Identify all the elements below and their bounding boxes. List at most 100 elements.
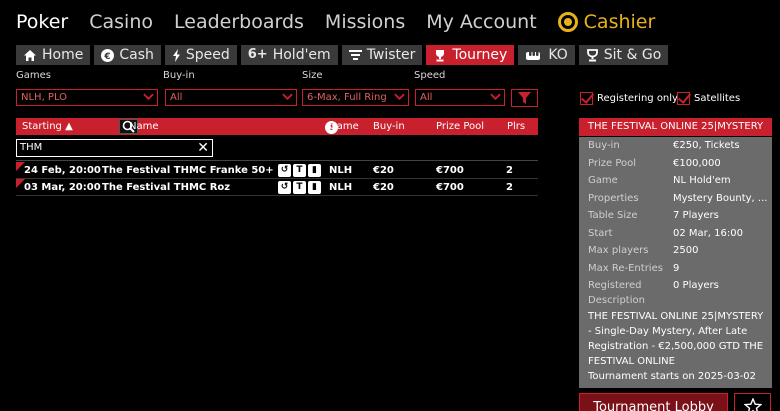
nav-casino[interactable]: Casino [89, 8, 153, 36]
six-plus-icon: 6+ [247, 47, 268, 62]
reentry-icon: ↺ [278, 181, 291, 194]
cup-icon [586, 48, 598, 61]
speed-select-value: All [420, 92, 433, 103]
tab-twister[interactable]: Twister [341, 45, 423, 65]
table-row[interactable]: 03 Mar, 20:00 The Festival THMC Roz ↺ T ▮ … [16, 179, 538, 196]
col-buyin[interactable]: Buy-in [373, 121, 405, 132]
size-select-value: 6-Max, Full Ring [307, 92, 387, 103]
detail-value: 0 Players [673, 280, 719, 291]
detail-key: Table Size [588, 210, 638, 221]
detail-row: Prize Pool €100,000 [588, 157, 766, 171]
col-name[interactable]: Name [129, 121, 159, 132]
detail-row: Properties Mystery Bounty, ... [588, 192, 767, 206]
home-icon [24, 49, 36, 61]
col-game[interactable]: Game [329, 121, 359, 132]
detail-value: 2500 [673, 245, 699, 256]
close-icon[interactable]: ✕ [197, 140, 209, 156]
tournament-panel-title: THE FESTIVAL ONLINE 25|MYSTERY [579, 118, 772, 136]
description-label: Description [588, 295, 645, 306]
nav-leaderboards[interactable]: Leaderboards [174, 8, 304, 36]
speed-select[interactable]: All [415, 89, 505, 106]
satellites-label: Satellites [694, 93, 741, 104]
tab-cash[interactable]: € Cash [94, 45, 161, 65]
detail-key: Game [588, 175, 618, 186]
stats-icon: ▮ [308, 164, 321, 177]
tab-home[interactable]: Home [16, 45, 91, 65]
detail-value: 7 Players [673, 210, 719, 221]
detail-value: Mystery Bounty, ... [673, 192, 767, 204]
tab-speed[interactable]: Speed [164, 45, 237, 65]
euro-icon: € [101, 48, 115, 62]
reentry-icon: ↺ [278, 164, 291, 177]
col-prize-pool[interactable]: Prize Pool [436, 121, 484, 132]
games-select-value: NLH, PLO [21, 92, 68, 103]
top-nav: Poker Casino Leaderboards Missions My Ac… [16, 8, 676, 36]
tab-cash-label: Cash [119, 47, 154, 63]
table-header: Starting ▲ Name i Game Buy-in Prize Pool… [16, 118, 538, 135]
size-select[interactable]: 6-Max, Full Ring [302, 89, 409, 106]
stats-icon: ▮ [308, 181, 321, 194]
detail-row: Start 02 Mar, 16:00 [588, 227, 766, 241]
filter-button[interactable] [511, 89, 538, 107]
col-starting[interactable]: Starting ▲ [22, 121, 73, 132]
turbo-icon: T [293, 164, 306, 177]
tab-tourney-label: Tourney [452, 47, 508, 63]
detail-row: Max players 2500 [588, 244, 766, 258]
description-text: THE FESTIVAL ONLINE 25|MYSTERY - Single-… [588, 309, 766, 384]
detail-key: Prize Pool [588, 157, 637, 169]
satellites-checkbox[interactable]: Satellites [677, 92, 740, 105]
description-body: THE FESTIVAL ONLINE 25|MYSTERY - Single-… [588, 311, 764, 367]
buyin-select[interactable]: All [165, 89, 297, 106]
row-name: The Festival THMC Roz [102, 182, 231, 193]
chevron-down-icon [394, 93, 405, 101]
speed-filter-label: Speed [414, 70, 446, 81]
tab-sit-and-go[interactable]: Sit & Go [578, 45, 669, 65]
tab-ko-label: KO [548, 47, 568, 63]
buyin-select-value: All [170, 92, 183, 103]
trophy-icon [436, 49, 445, 61]
tab-holdem[interactable]: 6+ Hold'em [240, 45, 338, 65]
checkbox-checked-icon [580, 92, 593, 105]
detail-row: Registered 0 Players [588, 279, 766, 293]
tab-ko[interactable]: KO [518, 45, 575, 65]
row-icons: ↺ T ▮ [278, 181, 321, 194]
row-game: NLH [329, 165, 353, 176]
nav-my-account[interactable]: My Account [426, 8, 536, 36]
detail-value: €100,000 [673, 157, 721, 169]
divider [16, 160, 538, 161]
fist-icon [526, 50, 541, 60]
tab-sit-and-go-label: Sit & Go [603, 47, 662, 63]
funnel-icon [518, 92, 531, 104]
tab-speed-label: Speed [185, 47, 230, 63]
table-row[interactable]: 24 Feb, 20:00 The Festival THMC Franke 5… [16, 162, 538, 179]
detail-value: NL Hold'em [673, 175, 731, 186]
buyin-filter-label: Buy-in [163, 70, 195, 81]
tab-tourney[interactable]: Tourney [426, 45, 515, 65]
twister-icon [348, 49, 362, 60]
games-filter-label: Games [16, 70, 51, 81]
detail-key: Properties [588, 192, 639, 204]
row-buyin: €20 [373, 182, 394, 193]
favorite-button[interactable] [734, 393, 771, 411]
nav-poker[interactable]: Poker [16, 8, 68, 36]
tournament-details-panel: Buy-in €250, Tickets Prize Pool €100,000 G… [579, 137, 772, 388]
svg-text:€: € [104, 52, 111, 62]
row-prize: €700 [436, 182, 464, 193]
tournament-lobby-button[interactable]: Tournament Lobby [579, 393, 728, 411]
tab-home-label: Home [42, 47, 84, 63]
detail-row: Max Re-Entries 9 [588, 262, 766, 276]
chevron-down-icon [490, 93, 501, 101]
row-start: 24 Feb, 20:00 [24, 165, 101, 176]
registering-only-checkbox[interactable]: Registering only [580, 92, 678, 105]
detail-key: Start [588, 227, 613, 239]
games-select[interactable]: NLH, PLO [16, 89, 158, 106]
chevron-down-icon [282, 93, 293, 101]
row-game: NLH [329, 182, 353, 193]
nav-cashier[interactable]: Cashier [557, 8, 655, 36]
col-players[interactable]: Plrs [507, 121, 525, 132]
row-players: 2 [506, 165, 513, 176]
search-input[interactable]: THM ✕ [16, 139, 213, 157]
description-start-line: Tournament starts on 2025-03-02 [588, 371, 757, 382]
nav-missions[interactable]: Missions [325, 8, 405, 36]
row-buyin: €20 [373, 165, 394, 176]
